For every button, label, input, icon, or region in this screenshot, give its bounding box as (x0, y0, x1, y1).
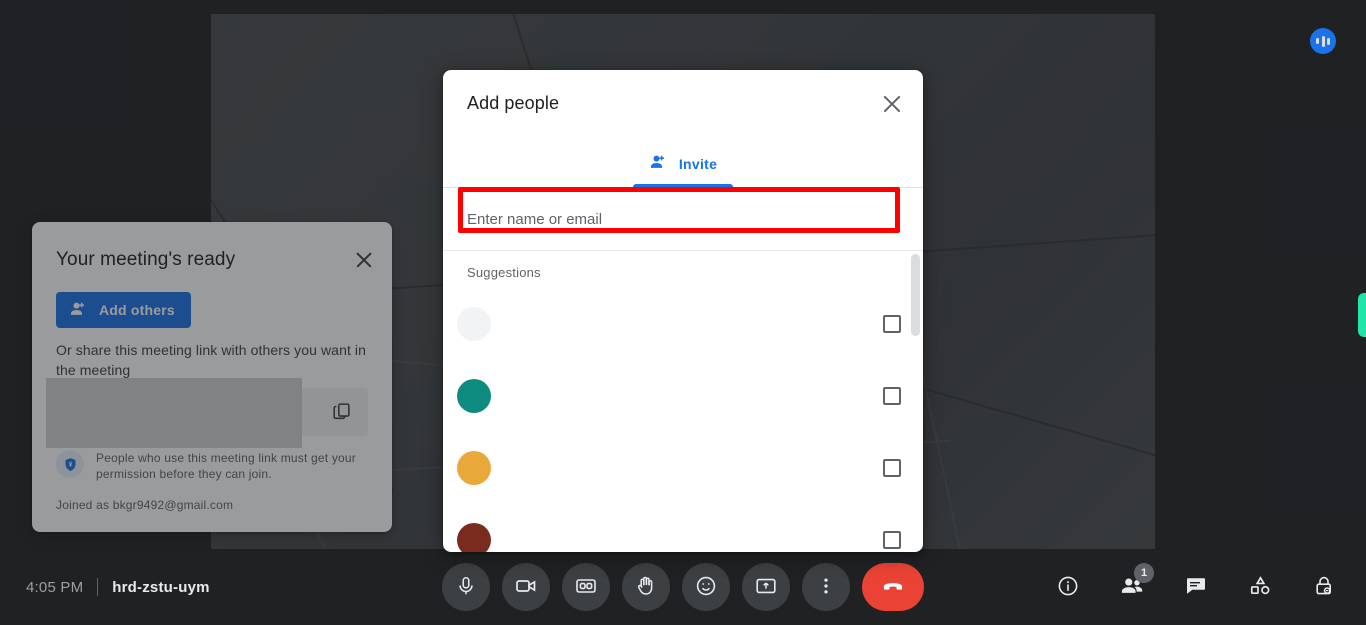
google-meet-window: Your meeting's ready Add others Or share… (0, 0, 1366, 625)
camera-button[interactable] (502, 563, 550, 611)
dialog-title: Add people (467, 92, 560, 113)
search-input[interactable] (443, 188, 923, 250)
suggestion-checkbox[interactable] (883, 387, 901, 405)
side-panel-tab[interactable] (1358, 293, 1366, 337)
raise-hand-button[interactable] (622, 563, 670, 611)
clock-text: 4:05 PM (26, 578, 84, 596)
chat-bubble-icon (1184, 574, 1208, 601)
suggestion-checkbox[interactable] (883, 315, 901, 333)
reactions-button[interactable] (682, 563, 730, 611)
closed-caption-icon (574, 574, 598, 601)
people-count-badge: 1 (1134, 563, 1154, 583)
sound-waves-icon[interactable] (1310, 28, 1336, 54)
tab-selected-indicator (632, 184, 734, 187)
more-vertical-icon (815, 575, 837, 600)
suggestions-area: Suggestions (443, 250, 923, 552)
suggestions-scrollbar[interactable] (910, 254, 920, 549)
avatar (457, 379, 491, 413)
list-item[interactable] (443, 360, 923, 432)
avatar (457, 307, 491, 341)
tab-invite[interactable]: Invite (632, 141, 734, 187)
suggestion-checkbox[interactable] (883, 531, 901, 549)
hand-icon (634, 574, 658, 601)
add-people-dialog: Add people Invite Suggestions (443, 70, 923, 552)
captions-button[interactable] (562, 563, 610, 611)
microphone-button[interactable] (442, 563, 490, 611)
present-screen-icon (754, 574, 778, 601)
end-call-button[interactable] (862, 563, 924, 611)
activities-button[interactable] (1240, 567, 1280, 607)
meeting-code-text: hrd-zstu-uym (112, 578, 210, 596)
emoji-smiley-icon (694, 574, 718, 601)
microphone-icon (455, 575, 477, 600)
suggestions-list (443, 288, 923, 552)
bottom-toolbar: 4:05 PM hrd-zstu-uym 1 (0, 549, 1366, 625)
close-icon[interactable] (879, 91, 905, 117)
list-item[interactable] (443, 504, 923, 552)
phone-hangup-icon (880, 573, 906, 602)
tab-invite-label: Invite (678, 156, 718, 172)
people-button[interactable]: 1 (1112, 563, 1154, 607)
dialog-header: Add people (443, 70, 923, 136)
lock-host-icon (1312, 574, 1336, 601)
right-toolbar: 1 (1048, 563, 1344, 607)
suggestions-label: Suggestions (467, 265, 541, 280)
present-screen-button[interactable] (742, 563, 790, 611)
avatar (457, 451, 491, 485)
chat-button[interactable] (1176, 567, 1216, 607)
meeting-details-button[interactable] (1048, 567, 1088, 607)
more-options-button[interactable] (802, 563, 850, 611)
list-item[interactable] (443, 432, 923, 504)
activities-shapes-icon (1248, 573, 1273, 601)
list-item[interactable] (443, 288, 923, 360)
person-add-icon (649, 152, 669, 177)
suggestion-checkbox[interactable] (883, 459, 901, 477)
info-icon (1056, 574, 1080, 601)
meta-divider (97, 578, 99, 596)
dialog-tabs: Invite (443, 136, 923, 188)
scrollbar-thumb[interactable] (911, 254, 920, 336)
host-controls-button[interactable] (1304, 567, 1344, 607)
search-field-wrap (443, 188, 923, 250)
meeting-meta: 4:05 PM hrd-zstu-uym (26, 578, 210, 596)
call-controls (442, 563, 924, 611)
video-camera-icon (514, 574, 538, 601)
avatar (457, 523, 491, 552)
